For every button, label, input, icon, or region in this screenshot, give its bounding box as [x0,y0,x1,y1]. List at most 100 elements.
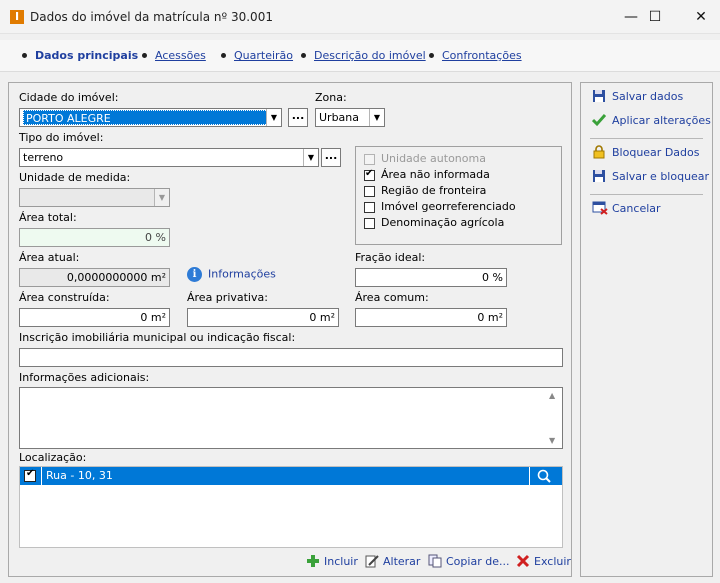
tipo-ellipsis-button[interactable]: ... [321,148,341,167]
informacoes-adicionais-textarea[interactable]: ▲ ▼ [19,387,563,449]
tipo-select[interactable]: terreno ▼ [19,148,319,167]
row-checkbox[interactable] [24,468,36,482]
save-icon [592,89,606,103]
checkbox-label: Região de fronteira [381,184,487,197]
checkbox-box [364,153,375,165]
tipo-value: terreno [23,151,64,164]
bullet-icon [221,52,226,58]
copy-icon [428,554,442,568]
plus-icon [306,554,320,568]
unidade-medida-label: Unidade de medida: [19,171,131,184]
localizacao-list[interactable]: Rua - 10, 31 [19,466,563,548]
area-construida-field[interactable]: 0 m² [19,308,170,327]
inscricao-field[interactable] [19,348,563,367]
area-atual-label: Área atual: [19,251,80,264]
list-item[interactable]: Rua - 10, 31 [20,467,562,485]
cancel-window-icon [592,201,608,215]
regiao-fronteira-checkbox[interactable]: Região de fronteira [364,184,486,197]
excluir-label: Excluir [534,555,571,568]
tab-label: Quarteirão [234,49,294,62]
checkbox-label: Denominação agrícola [381,216,505,229]
bloquear-label: Bloquear Dados [612,146,700,159]
info-icon: i [187,267,202,282]
checkbox-box [364,217,375,229]
maximize-button[interactable]: ☐ [632,0,678,34]
area-privativa-field[interactable]: 0 m² [187,308,339,327]
imovel-georreferenciado-checkbox[interactable]: Imóvel georreferenciado [364,200,516,213]
bullet-icon [22,52,27,58]
informacoes-link[interactable]: i Informações [187,267,276,282]
checkmark-icon [591,113,607,127]
bullet-icon [301,52,306,58]
area-nao-informada-checkbox[interactable]: Área não informada [364,168,490,181]
inscricao-label: Inscrição imobiliária municipal ou indic… [19,331,296,344]
tipo-label: Tipo do imóvel: [19,131,104,144]
alterar-label: Alterar [383,555,421,568]
area-construida-label: Área construída: [19,291,110,304]
bloquear-dados-button[interactable]: Bloquear Dados [592,145,700,160]
tab-descricao-imovel[interactable]: Descrição do imóvel [301,49,426,62]
cancelar-button[interactable]: Cancelar [592,201,661,216]
side-divider [590,194,703,195]
title-bar: I Dados do imóvel da matrícula nº 30.001… [0,0,720,34]
area-total-field[interactable]: 0 % [19,228,170,247]
close-button[interactable]: ✕ [678,0,720,34]
checkbox-label: Imóvel georreferenciado [381,200,516,213]
tab-confrontacoes[interactable]: Confrontações [429,49,522,62]
checkbox-box [364,185,375,197]
chevron-down-icon: ▼ [369,109,384,126]
alterar-button[interactable]: Alterar [365,555,420,569]
copiar-button[interactable]: Copiar de... [428,554,510,569]
tab-label: Dados principais [35,49,139,62]
salvar-bloquear-label: Salvar e bloquear [612,170,710,183]
aplicar-alteracoes-button[interactable]: Aplicar alterações [591,113,711,128]
tab-label: Descrição do imóvel [314,49,426,62]
localizacao-label: Localização: [19,451,87,464]
salvar-dados-button[interactable]: Salvar dados [592,90,683,104]
informacoes-adicionais-label: Informações adicionais: [19,371,150,384]
column-divider [41,467,42,485]
denominacao-agricola-checkbox[interactable]: Denominação agrícola [364,216,504,229]
delete-x-icon [516,554,530,568]
chevron-down-icon: ▼ [266,109,281,126]
unidade-medida-select[interactable]: ▼ [19,188,170,207]
informacoes-label: Informações [208,267,276,281]
checkbox-box [364,168,375,181]
tab-dados-principais[interactable]: Dados principais [22,49,138,62]
tab-acessoes[interactable]: Acessões [142,49,206,62]
tab-quarteirao[interactable]: Quarteirão [221,49,293,62]
copiar-label: Copiar de... [446,555,510,568]
cancelar-label: Cancelar [612,202,661,215]
cidade-label: Cidade do imóvel: [19,91,119,104]
salvar-bloquear-button[interactable]: Salvar e bloquear [592,170,709,184]
side-divider [590,138,703,139]
cidade-ellipsis-button[interactable]: ... [288,108,308,127]
checkbox-label: Área não informada [381,168,490,181]
fracao-ideal-field[interactable]: 0 % [355,268,507,287]
scroll-up-icon[interactable]: ▲ [549,391,555,400]
localizacao-text: Rua - 10, 31 [46,469,113,482]
excluir-button[interactable]: Excluir [516,554,571,569]
zona-label: Zona: [315,91,347,104]
save-icon [592,169,606,183]
cidade-value: PORTO ALEGRE [23,110,278,125]
area-comum-label: Área comum: [355,291,429,304]
vertical-scrollbar[interactable]: ▲ ▼ [546,388,562,448]
salvar-dados-label: Salvar dados [612,90,684,103]
area-comum-field[interactable]: 0 m² [355,308,507,327]
cidade-select[interactable]: PORTO ALEGRE ▼ [19,108,282,127]
zona-value: Urbana [319,111,360,124]
chevron-down-icon: ▼ [303,149,318,166]
unidade-autonoma-checkbox[interactable]: Unidade autonoma [364,152,486,165]
search-icon[interactable] [536,468,552,487]
checkbox-box [364,201,375,213]
incluir-button[interactable]: Incluir [306,555,358,569]
column-divider [529,467,530,485]
scroll-down-icon[interactable]: ▼ [549,436,555,445]
app-icon: I [10,10,24,24]
edit-icon [365,554,379,568]
lock-icon [592,145,606,159]
zona-select[interactable]: Urbana ▼ [315,108,385,127]
checkbox-label: Unidade autonoma [381,152,486,165]
fracao-ideal-label: Fração ideal: [355,251,426,264]
